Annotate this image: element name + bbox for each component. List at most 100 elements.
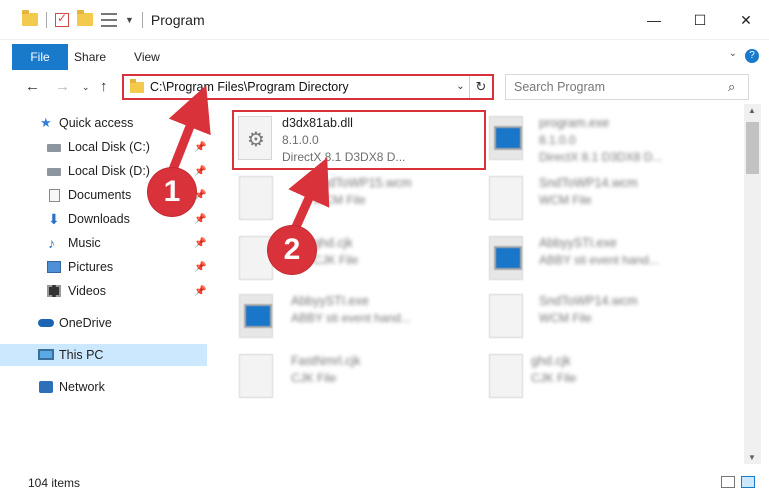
tab-file[interactable]: File bbox=[12, 44, 68, 70]
file-item[interactable]: ghd.cjk CJK File bbox=[485, 350, 725, 404]
forward-button[interactable]: → bbox=[55, 78, 70, 95]
back-button[interactable]: ← bbox=[25, 78, 40, 95]
sidebar-item-label: OneDrive bbox=[59, 316, 112, 330]
sidebar-item-pictures[interactable]: Pictures 📌 bbox=[0, 256, 207, 278]
file-version: 8.1.0.0 bbox=[282, 133, 319, 147]
folder-icon bbox=[22, 10, 38, 26]
address-dropdown-icon[interactable]: ⌄ bbox=[452, 76, 470, 98]
file-item-d3dx81ab-dll[interactable]: d3dx81ab.dll 8.1.0.0 DirectX 8.1 D3DX8 D… bbox=[232, 110, 486, 170]
sidebar-item-label: Network bbox=[59, 380, 105, 394]
pin-icon[interactable]: 📌 bbox=[194, 142, 206, 153]
sidebar-item-this-pc[interactable]: This PC bbox=[0, 344, 207, 366]
file-name: SndToWP14.wcm bbox=[539, 176, 638, 190]
file-description: ABBY sti event hand... bbox=[539, 253, 659, 267]
up-button[interactable]: ↑ bbox=[100, 78, 108, 95]
pin-icon[interactable]: 📌 bbox=[194, 262, 206, 273]
file-name: SndToWP15.wcm bbox=[313, 176, 412, 190]
address-bar[interactable]: C:\Program Files\Program Directory ⌄ ↻ bbox=[122, 74, 494, 100]
navigation-pane: ★ Quick access Local Disk (C:) 📌 Local D… bbox=[0, 108, 210, 468]
file-item[interactable]: SndToWP15.wcm WCM File bbox=[235, 172, 475, 226]
sidebar-item-label: Documents bbox=[68, 188, 132, 202]
scroll-up-icon[interactable]: ▲ bbox=[748, 106, 756, 115]
window-title: Program bbox=[150, 11, 205, 28]
file-item[interactable]: program.exe 8.1.0.0 DirectX 8.1 D3DX8 D.… bbox=[485, 112, 725, 166]
large-icons-view-icon[interactable] bbox=[741, 476, 755, 488]
ribbon-tabs: File Home Share View ⌄ ? bbox=[0, 44, 769, 70]
file-icon bbox=[489, 294, 523, 338]
file-name: FastNmrl.cjk bbox=[291, 354, 361, 368]
sidebar-item-label: Videos bbox=[68, 284, 106, 298]
file-type: WCM File bbox=[539, 193, 592, 207]
search-icon[interactable]: ⌕ bbox=[728, 79, 748, 95]
file-name: d3dx81ab.dll bbox=[282, 116, 353, 130]
vertical-scrollbar[interactable]: ▲ ▼ bbox=[744, 104, 761, 464]
callout-badge-1: 1 bbox=[148, 168, 196, 216]
file-name: SndToWP14.wcm bbox=[539, 294, 638, 308]
callout-badge-2: 2 bbox=[268, 226, 316, 274]
search-box[interactable]: Search Program ⌕ bbox=[505, 74, 749, 100]
quick-access-toolbar: ▼ bbox=[22, 10, 143, 28]
search-input[interactable]: Search Program bbox=[514, 80, 728, 94]
video-icon bbox=[47, 285, 61, 297]
file-type: CJK File bbox=[291, 371, 337, 385]
file-description: ABBY sti event hand... bbox=[291, 311, 411, 325]
maximize-button[interactable]: ☐ bbox=[677, 0, 723, 40]
file-item[interactable]: AbbyySTI.exe ABBY sti event hand... bbox=[235, 290, 475, 344]
download-icon: ⬇ bbox=[48, 211, 60, 227]
pictures-icon bbox=[47, 261, 61, 273]
sidebar-item-local-disk-c[interactable]: Local Disk (C:) 📌 bbox=[0, 136, 207, 158]
close-button[interactable]: ✕ bbox=[723, 0, 769, 40]
customize-toolbar-dropdown-icon[interactable]: ▼ bbox=[125, 15, 134, 25]
view-switcher bbox=[721, 476, 755, 488]
sidebar-item-videos[interactable]: Videos 📌 bbox=[0, 280, 207, 302]
sidebar-item-label: Pictures bbox=[68, 260, 114, 274]
file-item[interactable]: FastNmrl.cjk CJK File bbox=[235, 350, 475, 404]
details-view-icon[interactable] bbox=[721, 476, 735, 488]
title-bar: ▼ Program — ☐ ✕ bbox=[0, 0, 769, 40]
file-description: DirectX 8.1 D3DX8 D... bbox=[282, 150, 406, 164]
executable-file-icon bbox=[489, 236, 523, 280]
toolbar-divider bbox=[46, 11, 47, 28]
scroll-down-icon[interactable]: ▼ bbox=[748, 453, 756, 462]
properties-list-icon[interactable] bbox=[101, 12, 117, 27]
sidebar-item-network[interactable]: Network bbox=[0, 376, 207, 398]
sidebar-item-onedrive[interactable]: OneDrive bbox=[0, 312, 207, 334]
file-icon bbox=[489, 176, 523, 220]
properties-check-icon[interactable] bbox=[55, 11, 69, 27]
pin-icon[interactable]: 📌 bbox=[194, 286, 206, 297]
pin-icon[interactable]: 📌 bbox=[194, 166, 206, 177]
file-name: AbbyySTI.exe bbox=[539, 236, 617, 250]
music-icon: ♪ bbox=[48, 235, 55, 251]
dll-file-icon bbox=[238, 116, 272, 160]
sidebar-item-label: Quick access bbox=[59, 116, 134, 130]
new-folder-icon[interactable] bbox=[77, 10, 93, 26]
file-icon bbox=[489, 354, 523, 398]
expand-ribbon-icon[interactable]: ⌄ bbox=[729, 48, 737, 59]
sidebar-item-music[interactable]: ♪ Music 📌 bbox=[0, 232, 207, 254]
star-icon: ★ bbox=[40, 115, 52, 130]
help-icon[interactable]: ? bbox=[745, 49, 759, 63]
file-icon bbox=[239, 354, 273, 398]
refresh-icon[interactable]: ↻ bbox=[470, 79, 492, 95]
file-description: DirectX 8.1 D3DX8 D... bbox=[539, 150, 663, 164]
status-bar: 104 items bbox=[0, 468, 769, 498]
cloud-icon bbox=[38, 319, 54, 327]
folder-icon bbox=[130, 78, 144, 93]
pin-icon[interactable]: 📌 bbox=[194, 238, 206, 249]
minimize-button[interactable]: — bbox=[631, 0, 677, 40]
file-item[interactable]: SndToWP14.wcm WCM File bbox=[485, 172, 725, 226]
file-list: d3dx81ab.dll 8.1.0.0 DirectX 8.1 D3DX8 D… bbox=[215, 108, 743, 468]
scrollbar-thumb[interactable] bbox=[746, 122, 759, 174]
sidebar-item-label: Local Disk (C:) bbox=[68, 140, 150, 154]
file-item[interactable]: AbbyySTI.exe ABBY sti event hand... bbox=[485, 232, 725, 286]
address-path[interactable]: C:\Program Files\Program Directory bbox=[150, 80, 452, 94]
file-version: 8.1.0.0 bbox=[539, 133, 576, 147]
pin-icon[interactable]: 📌 bbox=[194, 214, 206, 225]
recent-locations-chevron-icon[interactable]: ⌄ bbox=[82, 82, 90, 93]
tab-view[interactable]: View bbox=[120, 44, 174, 70]
sidebar-item-quick-access[interactable]: ★ Quick access bbox=[0, 112, 207, 134]
tab-share[interactable]: Share bbox=[60, 44, 120, 70]
sidebar-item-label: Downloads bbox=[68, 212, 130, 226]
sidebar-item-label: Music bbox=[68, 236, 101, 250]
file-item[interactable]: SndToWP14.wcm WCM File bbox=[485, 290, 725, 344]
